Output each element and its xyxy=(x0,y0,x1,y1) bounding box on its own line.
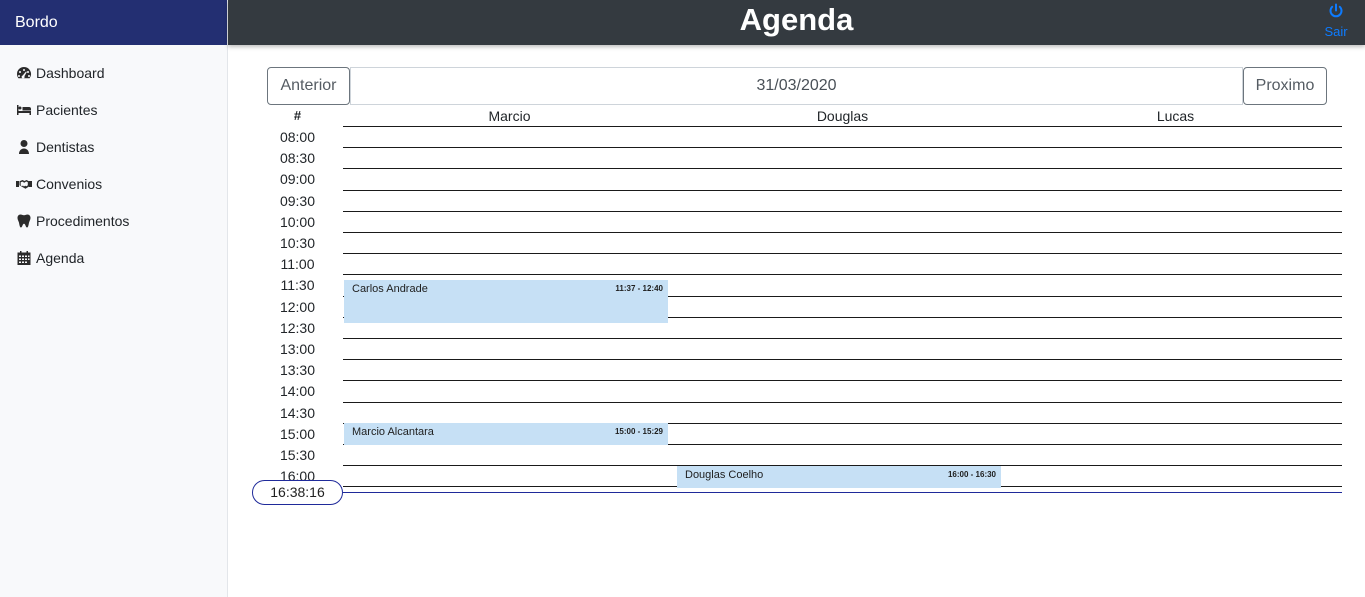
next-day-button[interactable]: Proximo xyxy=(1243,67,1327,105)
calendar-icon xyxy=(16,250,32,266)
slot-divider xyxy=(343,232,1342,233)
sidebar-item-pacientes[interactable]: Pacientes xyxy=(0,91,227,128)
sidebar-item-label: Procedimentos xyxy=(36,212,130,229)
time-slot-label: 11:00 xyxy=(280,256,315,272)
sidebar-item-agenda[interactable]: Agenda xyxy=(0,239,227,276)
time-slot-label: 08:00 xyxy=(279,129,316,145)
time-slot-label: 15:00 xyxy=(279,426,316,442)
tooth-icon xyxy=(16,213,32,229)
slot-divider xyxy=(343,253,1342,254)
column-header-douglas: Douglas xyxy=(816,108,869,124)
slot-divider xyxy=(343,338,1342,339)
bed-icon xyxy=(16,102,32,118)
time-slot-label: 11:30 xyxy=(280,277,315,293)
tachometer-icon xyxy=(16,65,32,81)
time-slot-label: 13:30 xyxy=(279,362,316,378)
user-md-icon xyxy=(16,139,32,155)
time-slot-label: 12:30 xyxy=(279,320,316,336)
time-slot-label: 10:00 xyxy=(279,214,316,230)
sidebar-item-procedimentos[interactable]: Procedimentos xyxy=(0,202,227,239)
time-slot-label: 13:00 xyxy=(279,341,316,357)
appointment-patient: Carlos Andrade xyxy=(352,283,428,295)
sidebar-item-label: Convenios xyxy=(36,175,103,192)
slot-divider xyxy=(343,168,1342,169)
top-header: Agenda Sair xyxy=(228,0,1365,45)
sidebar-item-dentistas[interactable]: Dentistas xyxy=(0,128,227,165)
appointment-card[interactable]: Marcio Alcantara 15:00 - 15:29 xyxy=(344,423,668,445)
handshake-icon xyxy=(16,176,32,192)
sidebar-item-convenios[interactable]: Convenios xyxy=(0,165,227,202)
appointment-patient: Douglas Coelho xyxy=(685,469,764,481)
column-header-lucas: Lucas xyxy=(1156,108,1195,124)
logout-label: Sair xyxy=(1324,24,1348,39)
current-time-line xyxy=(343,492,1342,493)
appointment-patient: Marcio Alcantara xyxy=(352,426,434,438)
time-slot-label: 09:30 xyxy=(279,193,316,209)
column-header-marcio: Marcio xyxy=(488,108,531,124)
appointment-time: 16:00 - 16:30 xyxy=(947,470,996,479)
slot-divider xyxy=(343,147,1342,148)
appointment-time: 15:00 - 15:29 xyxy=(614,427,663,436)
date-input[interactable] xyxy=(350,67,1243,105)
slot-divider xyxy=(343,380,1342,381)
slot-divider xyxy=(343,211,1342,212)
sidebar-item-label: Dentistas xyxy=(36,138,95,155)
sidebar: Bordo Dashboard Pacientes Dentistas Conv… xyxy=(0,0,228,597)
slot-divider xyxy=(343,274,1342,275)
sidebar-item-label: Dashboard xyxy=(36,64,105,81)
previous-day-button[interactable]: Anterior xyxy=(267,67,350,105)
slot-divider xyxy=(343,359,1342,360)
appointment-time: 11:37 - 12:40 xyxy=(615,284,663,293)
time-slot-label: 14:30 xyxy=(279,405,316,421)
sidebar-item-dashboard[interactable]: Dashboard xyxy=(0,54,227,91)
time-slot-label: 10:30 xyxy=(279,235,316,251)
time-column-header: # xyxy=(293,108,302,123)
sidebar-item-label: Pacientes xyxy=(36,101,98,118)
time-slot-label: 09:00 xyxy=(279,171,316,187)
sidebar-item-label: Agenda xyxy=(36,249,85,266)
page-title: Agenda xyxy=(739,2,854,37)
brand-title[interactable]: Bordo xyxy=(0,0,227,45)
appointment-card[interactable]: Carlos Andrade 11:37 - 12:40 xyxy=(344,280,668,323)
time-slot-label: 12:00 xyxy=(279,299,316,315)
slot-divider xyxy=(343,190,1342,191)
logout-button[interactable]: Sair xyxy=(1323,3,1349,40)
slot-divider xyxy=(343,126,1342,127)
power-icon xyxy=(1323,3,1349,19)
sidebar-nav: Dashboard Pacientes Dentistas Convenios … xyxy=(0,45,227,276)
slot-divider xyxy=(343,402,1342,403)
time-slot-label: 15:30 xyxy=(279,447,316,463)
appointment-card[interactable]: Douglas Coelho 16:00 - 16:30 xyxy=(677,466,1001,488)
time-slot-label: 08:30 xyxy=(279,150,316,166)
time-slot-label: 14:00 xyxy=(279,383,316,399)
current-time-badge: 16:38:16 xyxy=(252,480,343,505)
date-navigation: Anterior Proximo xyxy=(267,67,1327,105)
